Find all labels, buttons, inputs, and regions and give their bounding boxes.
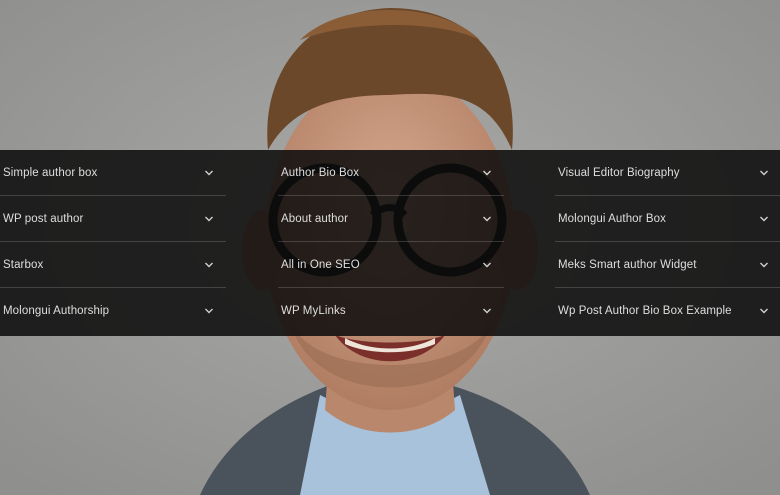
chevron-down-icon[interactable] (204, 307, 214, 315)
accordion-item-label: About author (281, 212, 349, 225)
accordion-item-label: WP MyLinks (281, 305, 346, 317)
chevron-down-icon[interactable] (759, 215, 769, 223)
accordion-item[interactable]: Molongui Author Box (555, 196, 780, 242)
chevron-down-icon[interactable] (759, 169, 769, 177)
accordion-item[interactable]: Meks Smart author Widget (555, 242, 780, 288)
accordion-item[interactable]: All in One SEO (278, 242, 504, 288)
chevron-down-icon[interactable] (204, 169, 214, 177)
chevron-down-icon[interactable] (759, 307, 769, 315)
accordion-item[interactable]: About author (278, 196, 504, 242)
accordion-column-3: Visual Editor Biography Molongui Author … (555, 150, 780, 336)
accordion-column-1: Simple author box WP post author Starbox… (0, 150, 226, 336)
accordion-item-label: Wp Post Author Bio Box Example (558, 305, 732, 317)
accordion-item-label: Meks Smart author Widget (558, 258, 697, 271)
chevron-down-icon[interactable] (204, 215, 214, 223)
accordion-item-label: Starbox (3, 258, 44, 271)
chevron-down-icon[interactable] (482, 215, 492, 223)
accordion-column-2: Author Bio Box About author All in One S… (278, 150, 504, 336)
accordion-item-label: Molongui Author Box (558, 212, 667, 225)
accordion-item[interactable]: Wp Post Author Bio Box Example (555, 288, 780, 334)
accordion-item-label: Visual Editor Biography (558, 166, 680, 179)
chevron-down-icon[interactable] (482, 261, 492, 269)
accordion-item-label: All in One SEO (281, 258, 360, 271)
accordion-item[interactable]: WP post author (0, 196, 226, 242)
accordion-item[interactable]: Simple author box (0, 150, 226, 196)
accordion-item[interactable]: Author Bio Box (278, 150, 504, 196)
accordion-item[interactable]: WP MyLinks (278, 288, 504, 334)
chevron-down-icon[interactable] (204, 261, 214, 269)
accordion-item-label: Author Bio Box (281, 166, 360, 179)
chevron-down-icon[interactable] (482, 169, 492, 177)
accordion-item[interactable]: Visual Editor Biography (555, 150, 780, 196)
accordion-item[interactable]: Molongui Authorship (0, 288, 226, 334)
accordion-item-label: Molongui Authorship (3, 305, 110, 317)
accordion-grid: Simple author box WP post author Starbox… (0, 150, 780, 336)
accordion-item-label: WP post author (3, 212, 84, 225)
chevron-down-icon[interactable] (482, 307, 492, 315)
accordion-item[interactable]: Starbox (0, 242, 226, 288)
chevron-down-icon[interactable] (759, 261, 769, 269)
accordion-item-label: Simple author box (3, 166, 98, 179)
